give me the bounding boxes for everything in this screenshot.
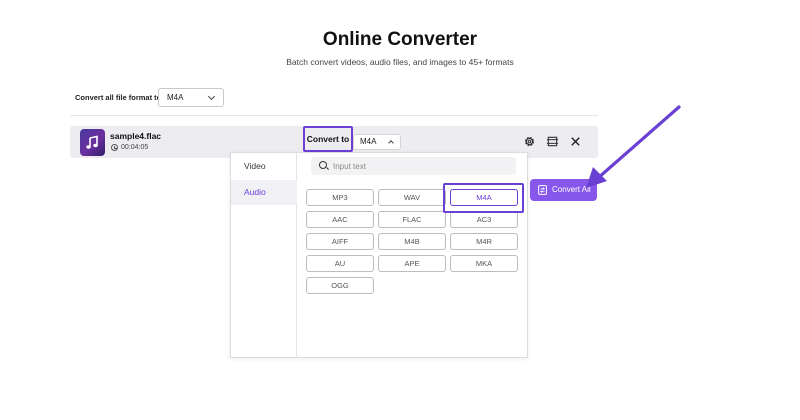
convert-icon [538, 185, 547, 195]
format-option-m4r[interactable]: M4R [450, 233, 518, 250]
format-option-aiff[interactable]: AIFF [306, 233, 374, 250]
file-format-value: M4A [360, 137, 377, 146]
format-option-ape[interactable]: APE [378, 255, 446, 272]
edit-icon[interactable] [546, 135, 559, 148]
chevron-up-icon [388, 140, 394, 146]
search-icon [319, 161, 327, 169]
convert-to-label: Convert to [303, 126, 353, 152]
global-format-label: Convert all file format to: [75, 93, 164, 102]
format-search-input[interactable] [333, 157, 513, 175]
close-icon[interactable] [569, 135, 582, 148]
divider [70, 115, 598, 116]
convert-all-label: Convert All [552, 185, 591, 194]
format-option-ac3[interactable]: AC3 [450, 211, 518, 228]
chevron-down-icon [207, 92, 216, 101]
clock-icon [111, 144, 118, 151]
format-option-aac[interactable]: AAC [306, 211, 374, 228]
format-option-m4b[interactable]: M4B [378, 233, 446, 250]
gear-icon[interactable] [523, 135, 536, 148]
convert-all-button[interactable]: Convert All [530, 179, 597, 201]
music-note-icon [86, 135, 98, 149]
tab-audio[interactable]: Audio [231, 180, 297, 205]
file-format-select[interactable]: M4A [353, 134, 401, 150]
global-format-value: M4A [167, 93, 184, 102]
format-search [311, 157, 516, 175]
format-option-wav[interactable]: WAV [378, 189, 446, 206]
format-option-au[interactable]: AU [306, 255, 374, 272]
tab-video[interactable]: Video [231, 154, 297, 179]
page-subtitle: Batch convert videos, audio files, and i… [286, 57, 514, 67]
format-option-ogg[interactable]: OGG [306, 277, 374, 294]
format-option-mp3[interactable]: MP3 [306, 189, 374, 206]
file-thumbnail [80, 129, 105, 156]
file-name: sample4.flac [110, 131, 162, 141]
dropdown-category-sidebar: Video Audio [231, 153, 297, 357]
annotation-highlight-m4a [443, 183, 524, 213]
format-option-flac[interactable]: FLAC [378, 211, 446, 228]
file-duration: 00:04:05 [121, 144, 149, 151]
page-title: Online Converter [322, 29, 478, 50]
global-format-select[interactable]: M4A [158, 88, 224, 107]
format-option-mka[interactable]: MKA [450, 255, 518, 272]
